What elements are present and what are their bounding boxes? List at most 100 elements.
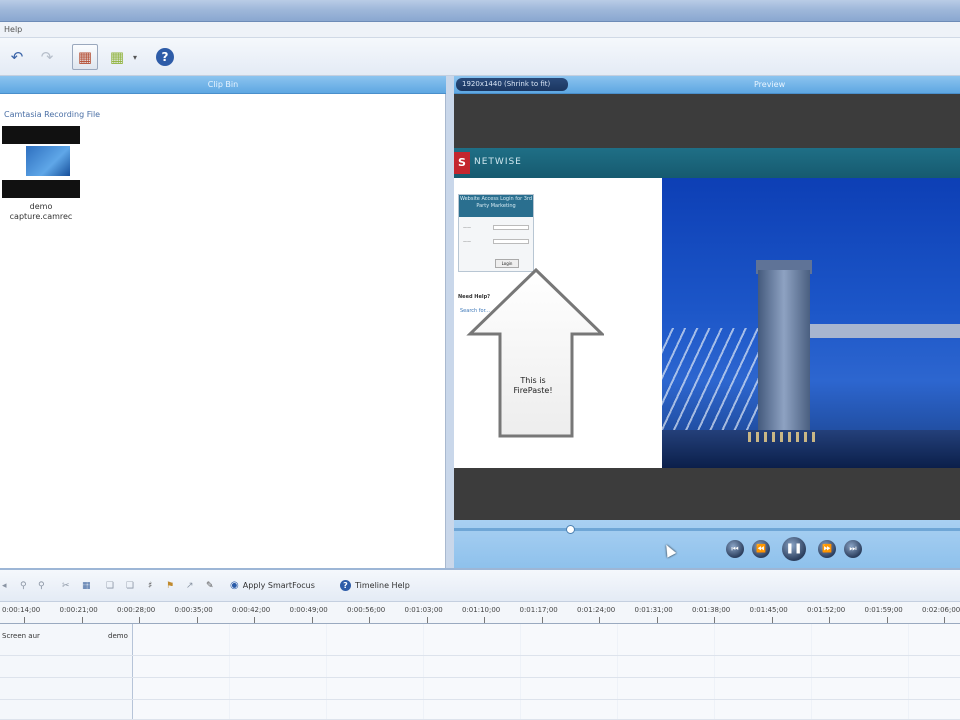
ruler-tick-label: 0:01:03;00 [404,606,443,614]
ruler-tick-mark [139,617,140,623]
seek-bar[interactable] [454,528,960,531]
ruler-tick-label: 0:00:21;00 [59,606,98,614]
ruler-tick-mark [426,617,428,623]
preview-size-dropdown[interactable]: 1920x1440 (Shrink to fit) [456,78,568,91]
timeline-help-label: Timeline Help [355,581,410,590]
playback-controls: ⏮ ⏪ ❚❚ ⏩ ⏭ [454,520,960,568]
main-toolbar: ↶ ↷ ▦ ▦ ▾ ? [0,38,960,76]
ruler-tick-label: 0:00:49;00 [289,606,328,614]
ruler-tick-mark [829,617,830,623]
ruler-tick-label: 0:00:35;00 [174,606,213,614]
menu-bar: Help [0,22,960,38]
menu-help[interactable]: Help [4,25,22,34]
track-body[interactable] [133,624,960,655]
rewind-icon[interactable]: ⏪ [752,540,770,558]
split-icon[interactable]: ♯ [148,581,152,591]
folder-icon[interactable]: ▦ [104,44,130,70]
ruler-tick-label: 0:01:17;00 [519,606,558,614]
apply-smartfocus-label: Apply SmartFocus [242,581,315,590]
cut-icon[interactable]: ✂ [62,581,70,591]
track-audio[interactable] [0,656,960,678]
ruler-tick-label: 0:01:45;00 [749,606,788,614]
smartfocus-icon: ◉ [230,580,239,591]
track-clip-label: demo [108,632,128,640]
timeline-ruler[interactable]: 0:00:14;00 0:00:21;00 0:00:28;00 0:00:35;00… [0,602,960,624]
redo-icon[interactable]: ↷ [34,44,60,70]
timeline-help-button[interactable]: ? Timeline Help [340,580,410,591]
undo-icon[interactable]: ↶ [4,44,30,70]
help-icon[interactable]: ? [152,44,178,70]
ruler-tick-label: 0:00:42;00 [232,606,271,614]
ruler-tick-label: 0:01:52;00 [807,606,846,614]
paste-icon[interactable]: ❏ [126,581,134,591]
track-captions[interactable] [0,700,960,720]
clip-bin-section-label: Camtasia Recording File [4,110,101,119]
preview-header: 1920x1440 (Shrink to fit) Preview [454,76,960,94]
panel-splitter[interactable] [446,76,454,568]
clip-speed-icon[interactable]: ✎ [206,581,214,591]
skip-back-icon[interactable]: ⏮ [726,540,744,558]
chevron-down-icon[interactable]: ▾ [128,44,142,70]
track-header [0,700,133,719]
apply-smartfocus-button[interactable]: ◉ Apply SmartFocus [230,580,315,591]
ruler-tick-mark [196,617,198,623]
password-label: —— [463,239,471,244]
skip-forward-icon[interactable]: ⏭ [844,540,862,558]
storyboard-icon[interactable]: ▦ [82,581,91,591]
clip-name: demo capture.camrec [9,202,73,221]
username-field [493,225,529,230]
timeline-help-icon: ? [340,580,351,591]
ruler-tick-mark [484,617,485,623]
ruler-tick-label: 0:01:38;00 [692,606,731,614]
ruler-tick-mark [311,617,313,623]
callout-text: This is FirePaste! [513,376,553,395]
site-logo-icon: S [454,152,470,174]
ruler-tick-label: 0:02:06;00 [922,606,960,614]
pause-icon[interactable]: ❚❚ [782,537,806,561]
track-body[interactable] [133,656,960,677]
scroll-left-icon[interactable]: ◂ [2,581,7,591]
extend-frame-icon[interactable]: ↗ [186,581,194,591]
login-title: Website Access Login for 3rd Party Marke… [459,195,533,217]
track-header [0,678,133,699]
preview-title: Preview [754,80,786,89]
ruler-tick-mark [656,617,658,623]
ruler-tick-label: 0:01:31;00 [634,606,673,614]
ruler-tick-mark [599,617,600,623]
ruler-tick-mark [369,617,370,623]
track-name: Screen aur [2,632,40,640]
ruler-tick-mark [24,617,25,623]
ruler-tick-label: 0:01:59;00 [864,606,903,614]
username-label: —— [463,225,471,230]
ruler-tick-label: 0:00:14;00 [2,606,41,614]
preview-area: S NETWISE Website Access Login for 3rd P… [454,94,960,520]
timeline-tracks: Screen aur demo [0,624,960,720]
clip-bin-panel: Camtasia Recording File demo capture.cam… [0,94,446,568]
password-field [493,239,529,244]
fast-forward-icon[interactable]: ⏩ [818,540,836,558]
marker-icon[interactable]: ⚑ [166,581,174,591]
ruler-tick-mark [886,617,888,623]
clip-bin-header: Clip Bin [0,76,446,94]
clipboard-icon[interactable]: ▦ [72,44,98,70]
callout-arrow [466,267,604,438]
track-callouts[interactable] [0,678,960,700]
track-video[interactable]: Screen aur demo [0,624,960,656]
title-bar [0,0,960,22]
timeline-toolbar: ◂ ⚲ ⚲ ✂ ▦ ❏ ❏ ♯ ⚑ ↗ ✎ ◉ Apply SmartFocus… [0,568,960,602]
ruler-tick-label: 0:00:28;00 [117,606,156,614]
ruler-tick-mark [944,617,945,623]
ruler-tick-label: 0:01:24;00 [577,606,616,614]
clip-thumbnail[interactable] [2,126,80,198]
zoom-in-icon[interactable]: ⚲ [20,581,27,591]
seek-handle[interactable] [566,525,575,534]
site-header: S NETWISE [454,148,960,178]
login-box: Website Access Login for 3rd Party Marke… [458,194,534,272]
ruler-tick-mark [254,617,255,623]
track-body[interactable] [133,678,960,699]
ruler-tick-mark [714,617,715,623]
zoom-out-icon[interactable]: ⚲ [38,581,45,591]
ruler-tick-mark [541,617,543,623]
copy-icon[interactable]: ❏ [106,581,114,591]
track-body[interactable] [133,700,960,719]
